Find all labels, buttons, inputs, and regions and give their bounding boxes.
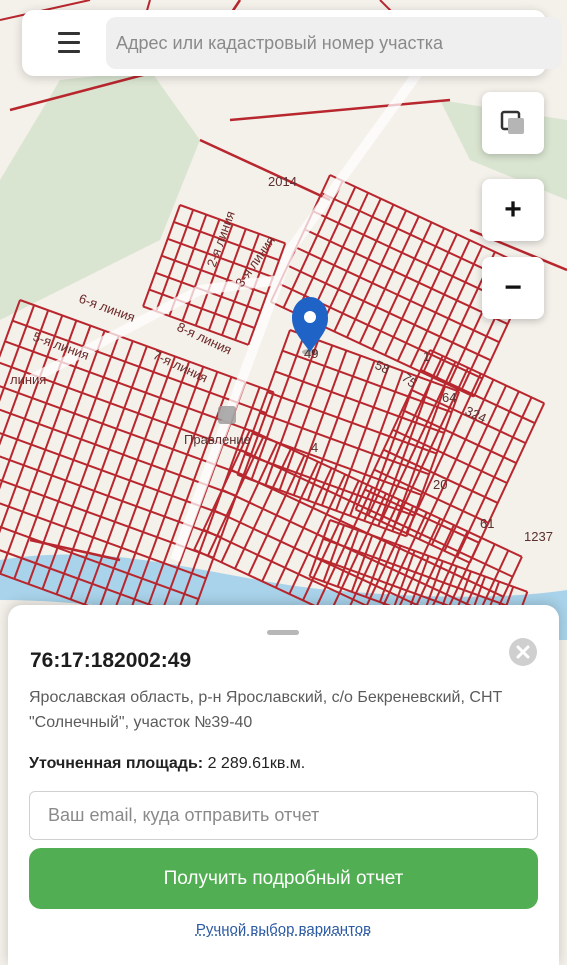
label-pravlenie: Правление [184, 432, 251, 447]
area-label: Уточненная площадь: [29, 755, 204, 772]
close-icon [516, 645, 530, 659]
get-report-button[interactable]: Получить подробный отчет [29, 848, 538, 909]
label-64: 64 [442, 390, 456, 405]
parcel-address: Ярославская область, р-н Ярославский, с/… [29, 689, 503, 731]
zoom-in-button[interactable]: + [482, 179, 544, 241]
label-liniya: линия [10, 372, 46, 387]
label-61: 61 [480, 516, 494, 531]
building-icon [218, 406, 236, 424]
drag-handle[interactable] [267, 630, 299, 635]
email-field[interactable] [29, 791, 538, 840]
cadastral-number: 76:17:182002:49 [30, 649, 192, 672]
label-4: 4 [311, 440, 318, 455]
label-20: 20 [433, 477, 447, 492]
manual-selection-link[interactable]: Ручной выбор вариантов [196, 921, 371, 938]
parcel-area: Уточненная площадь: 2 289.61кв.м. [29, 755, 305, 773]
zoom-out-button[interactable]: − [482, 257, 544, 319]
layers-icon [500, 110, 524, 134]
area-value: 2 289.61кв.м. [207, 755, 306, 772]
search-bar [22, 10, 562, 76]
label-1237: 1237 [524, 529, 553, 544]
layers-button[interactable] [482, 92, 544, 154]
label-2014: 2014 [268, 174, 297, 189]
menu-icon[interactable] [52, 28, 86, 58]
search-input[interactable] [106, 17, 562, 69]
parcel-info-sheet: 76:17:182002:49 Ярославская область, р-н… [8, 605, 559, 965]
label-1: 1 [423, 349, 430, 364]
minus-icon: − [504, 271, 522, 304]
close-button[interactable] [509, 638, 537, 666]
plus-icon: + [504, 193, 522, 226]
